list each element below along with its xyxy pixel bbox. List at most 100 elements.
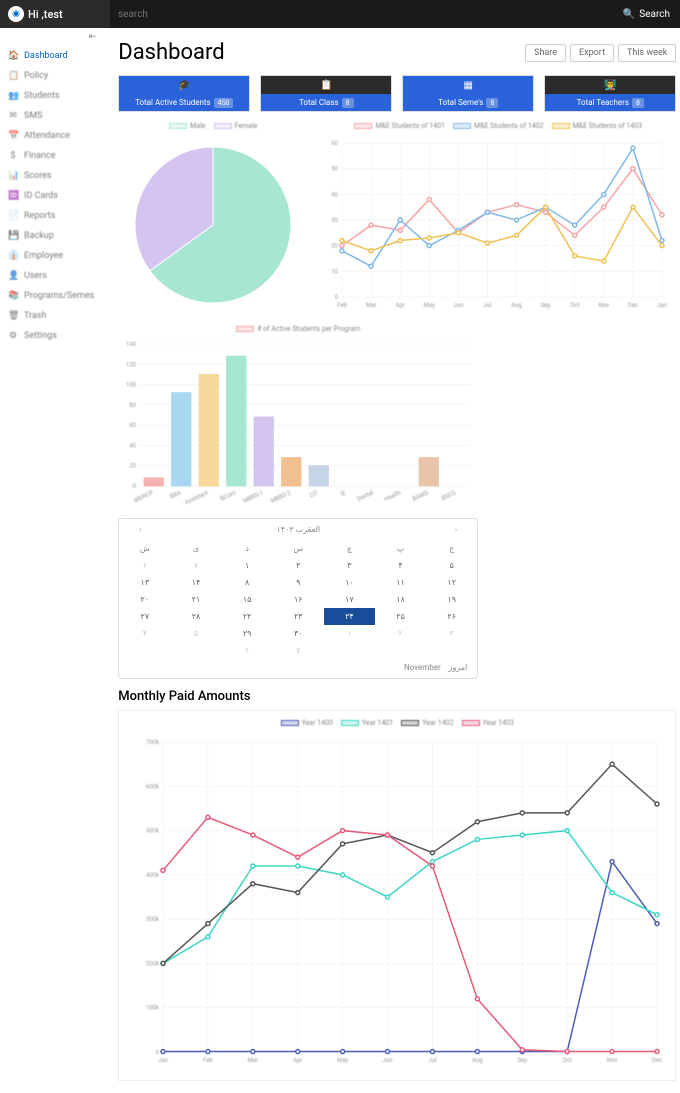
svg-text:200k: 200k	[146, 960, 160, 967]
sidebar-item-employee[interactable]: 👔Employee	[0, 246, 102, 266]
calendar-day[interactable]	[119, 642, 170, 659]
calendar-day[interactable]: ۷	[273, 642, 324, 659]
sidebar-item-policy[interactable]: 📋Policy	[0, 66, 102, 86]
calendar-day[interactable]: ۵	[426, 557, 477, 574]
calendar-day[interactable]: ۱۰	[324, 574, 375, 591]
calendar-today-link[interactable]: امروز	[449, 663, 468, 672]
nav-icon: ⚙	[8, 331, 18, 341]
calendar-day[interactable]: ۲۰	[119, 591, 170, 608]
calendar-day[interactable]: ۳۰	[273, 625, 324, 642]
share-button[interactable]: Share	[525, 44, 566, 62]
sidebar-item-trash[interactable]: 🗑Trash	[0, 306, 102, 326]
sidebar-item-backup[interactable]: 💾 Backup	[0, 226, 102, 246]
calendar-day[interactable]: ۳	[426, 625, 477, 642]
calendar-day[interactable]	[170, 642, 221, 659]
svg-text:Dec: Dec	[652, 1057, 662, 1064]
nav-icon: 📋	[8, 71, 18, 81]
legend-item: Year 1402	[401, 719, 453, 727]
calendar-month-footer: November	[404, 663, 441, 672]
calendar-day[interactable]: ۱۴	[170, 574, 221, 591]
sidebar-item-students[interactable]: 👥Students	[0, 86, 102, 106]
calendar-day[interactable]: ۴	[375, 557, 426, 574]
nav-icon: 💾	[8, 231, 18, 241]
calendar-day[interactable]: ۲۷	[119, 608, 170, 625]
sidebar-item-programs-semes[interactable]: 📚Programs/Semes	[0, 286, 102, 306]
calendar-prev[interactable]: ‹	[139, 525, 141, 534]
svg-text:CIT: CIT	[309, 489, 321, 499]
svg-text:Jun: Jun	[383, 1057, 393, 1064]
svg-text:20: 20	[332, 243, 339, 250]
nav-label: Backup	[24, 231, 54, 241]
calendar-day[interactable]: ۲۴	[324, 608, 375, 625]
calendar-day[interactable]: ۲۸	[170, 608, 221, 625]
calendar-day[interactable]: ۳	[324, 557, 375, 574]
calendar-day[interactable]: ۴	[119, 625, 170, 642]
svg-text:MBBS-2: MBBS-2	[270, 489, 293, 505]
legend-item: # of Active Students per Program	[236, 325, 360, 333]
sidebar-item-reports[interactable]: 📄Reports	[0, 206, 102, 226]
calendar-day[interactable]: ۵	[170, 625, 221, 642]
svg-text:10: 10	[332, 268, 339, 275]
sidebar-item-attendance[interactable]: 📅Attendance	[0, 126, 102, 146]
calendar-day[interactable]: ۲	[375, 625, 426, 642]
sidebar-item-id-cards[interactable]: 🆔ID Cards	[0, 186, 102, 206]
this-week-button[interactable]: This week	[618, 44, 676, 62]
calendar-day[interactable]: ۸	[222, 574, 273, 591]
calendar-day[interactable]: ۱۵	[222, 591, 273, 608]
calendar-day[interactable]: ۱۱	[375, 574, 426, 591]
export-button[interactable]: Export	[570, 44, 614, 62]
calendar-day[interactable]: ۱۳	[119, 574, 170, 591]
svg-text:IE: IE	[340, 489, 348, 498]
calendar-day[interactable]: ۲۹	[222, 625, 273, 642]
top-bar: ◉ Hi ,test 🔍 Search	[0, 0, 680, 28]
calendar-day[interactable]: ۲۵	[375, 608, 426, 625]
sidebar-item-sms[interactable]: ✉SMS	[0, 106, 102, 126]
svg-text:Jul: Jul	[429, 1057, 437, 1064]
calendar-day[interactable]: ۲۶	[426, 608, 477, 625]
search-input[interactable]	[118, 9, 605, 20]
legend-item: M&E Students of 1401	[354, 122, 445, 130]
calendar-day[interactable]: ۱۷	[324, 591, 375, 608]
svg-text:0: 0	[156, 1049, 160, 1056]
nav-label: Employee	[24, 251, 63, 261]
sidebar-item-dashboard[interactable]: 🏠Dashboard	[0, 46, 102, 66]
calendar-day[interactable]: ۱۶	[273, 591, 324, 608]
svg-text:Oct: Oct	[563, 1057, 572, 1064]
calendar-day[interactable]: ۶	[222, 642, 273, 659]
svg-text:20: 20	[130, 463, 137, 470]
legend-item: M&E Students of 1402	[453, 122, 544, 130]
calendar-day[interactable]: ۲۱	[170, 591, 221, 608]
search-button[interactable]: 🔍 Search	[613, 0, 680, 28]
calendar-day[interactable]: ۱	[324, 625, 375, 642]
calendar-day[interactable]: ۲۳	[273, 608, 324, 625]
svg-text:Dec: Dec	[628, 302, 638, 309]
calendar-day[interactable]: ۷	[170, 557, 221, 574]
sidebar-toggle-icon[interactable]: ⇤	[0, 28, 102, 46]
svg-text:40: 40	[332, 191, 339, 198]
calendar-day[interactable]: ۱۸	[375, 591, 426, 608]
nav-icon: 📅	[8, 131, 18, 141]
stat-card: 📋 Total Class8	[260, 75, 392, 112]
calendar-day[interactable]: ۶	[119, 557, 170, 574]
calendar-day[interactable]: ۱۲	[426, 574, 477, 591]
sidebar-item-settings[interactable]: ⚙Settings	[0, 326, 102, 346]
sidebar-item-scores[interactable]: 📊Scores	[0, 166, 102, 186]
calendar-dow: چ	[324, 540, 375, 557]
calendar-next[interactable]: ›	[455, 525, 457, 534]
calendar-day[interactable]	[375, 642, 426, 659]
monthly-paid-chart: Year 1400Year 1401Year 1402Year 1403 010…	[118, 710, 676, 1081]
calendar-day[interactable]: ۲۲	[222, 608, 273, 625]
svg-text:BBA: BBA	[169, 489, 182, 500]
calendar-day[interactable]	[324, 642, 375, 659]
calendar-day[interactable]	[426, 642, 477, 659]
sidebar-item-users[interactable]: 👤Users	[0, 266, 102, 286]
calendar-day[interactable]: ۲	[273, 557, 324, 574]
stat-icon: ▦	[403, 76, 533, 94]
svg-text:60: 60	[130, 422, 137, 429]
calendar-day[interactable]: ۱۹	[426, 591, 477, 608]
stat-label: Total Teachers8	[545, 94, 675, 111]
svg-text:Jul: Jul	[484, 302, 492, 309]
sidebar-item-finance[interactable]: $Finance	[0, 146, 102, 166]
calendar-day[interactable]: ۱	[222, 557, 273, 574]
calendar-day[interactable]: ۹	[273, 574, 324, 591]
